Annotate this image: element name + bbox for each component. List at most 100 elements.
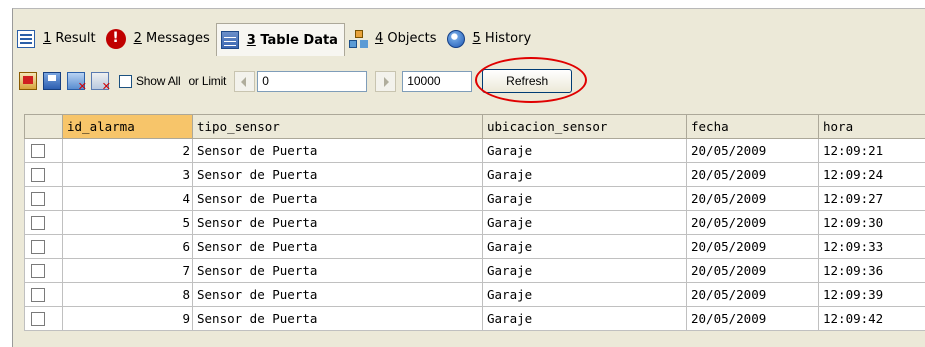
cell-hora[interactable]: 12:09:36 [818,258,925,283]
cell-id-alarma[interactable]: 5 [62,210,193,235]
cell-fecha[interactable]: 20/05/2009 [686,282,819,307]
result-grid-icon [17,29,35,48]
tab-messages-number: 2 [133,31,142,46]
table-row[interactable]: 4 Sensor de Puerta Garaje 20/05/2009 12:… [24,186,925,211]
cell-hora[interactable]: 12:09:30 [818,210,925,235]
row-checkbox[interactable] [31,215,45,230]
table-data-toolbar: Show All or Limit 0 10000 Refresh [13,57,925,103]
cell-hora[interactable]: 12:09:21 [818,138,925,163]
cell-ubicacion-sensor[interactable]: Garaje [482,282,687,307]
row-checkbox[interactable] [31,263,45,278]
cell-tipo-sensor[interactable]: Sensor de Puerta [192,306,483,331]
cell-hora[interactable]: 12:09:24 [818,162,925,187]
tab-history-number: 5 [472,31,481,46]
cell-hora[interactable]: 12:09:27 [818,186,925,211]
cell-fecha[interactable]: 20/05/2009 [686,138,819,163]
error-icon [105,28,126,49]
table-row[interactable]: 6 Sensor de Puerta Garaje 20/05/2009 12:… [24,234,925,259]
row-checkbox-cell [24,210,63,235]
tab-table-data-number: 3 [246,32,256,48]
row-checkbox-cell [24,186,63,211]
tab-objects-number: 4 [374,31,384,46]
cell-tipo-sensor[interactable]: Sensor de Puerta [192,258,483,283]
cell-tipo-sensor[interactable]: Sensor de Puerta [192,162,483,187]
table-data-grid: id_alarma tipo_sensor ubicacion_sensor f… [24,114,925,331]
history-icon [446,29,465,48]
objects-icon [348,29,367,48]
row-checkbox-cell [24,282,63,307]
row-checkbox[interactable] [31,191,45,206]
cell-tipo-sensor[interactable]: Sensor de Puerta [192,186,483,211]
row-checkbox[interactable] [31,287,45,302]
cell-fecha[interactable]: 20/05/2009 [686,210,819,235]
table-row[interactable]: 9 Sensor de Puerta Garaje 20/05/2009 12:… [24,306,925,331]
cell-fecha[interactable]: 20/05/2009 [686,234,819,259]
show-all-label: Show All [136,74,181,88]
column-header-ubicacion-sensor[interactable]: ubicacion_sensor [482,114,687,139]
row-checkbox-cell [24,138,63,163]
cell-id-alarma[interactable]: 9 [62,306,193,331]
cell-ubicacion-sensor[interactable]: Garaje [482,210,687,235]
cell-ubicacion-sensor[interactable]: Garaje [482,234,687,259]
tab-result[interactable]: 1 Result [13,23,102,54]
refresh-button-wrap: Refresh [475,57,588,103]
insert-row-icon[interactable] [19,72,37,90]
tab-history-label: History [480,31,532,46]
table-row[interactable]: 5 Sensor de Puerta Garaje 20/05/2009 12:… [24,210,925,235]
cell-tipo-sensor[interactable]: Sensor de Puerta [192,282,483,307]
limit-input[interactable]: 10000 [402,70,473,92]
offset-input[interactable]: 0 [257,70,368,92]
cell-ubicacion-sensor[interactable]: Garaje [482,186,687,211]
cell-id-alarma[interactable]: 7 [62,258,193,283]
row-checkbox[interactable] [31,311,45,326]
table-row[interactable]: 2 Sensor de Puerta Garaje 20/05/2009 12:… [24,138,925,163]
tab-history[interactable]: 5 History [443,23,538,54]
cell-tipo-sensor[interactable]: Sensor de Puerta [192,210,483,235]
refresh-button[interactable]: Refresh [482,69,573,93]
cell-fecha[interactable]: 20/05/2009 [686,306,819,331]
cell-id-alarma[interactable]: 4 [62,186,193,211]
cell-id-alarma[interactable]: 3 [62,162,193,187]
row-checkbox-cell [24,306,63,331]
save-icon[interactable] [43,72,61,90]
table-row[interactable]: 3 Sensor de Puerta Garaje 20/05/2009 12:… [24,162,925,187]
row-checkbox[interactable] [31,167,45,182]
cell-id-alarma[interactable]: 8 [62,282,193,307]
cell-fecha[interactable]: 20/05/2009 [686,258,819,283]
column-header-id-alarma[interactable]: id_alarma [62,114,193,139]
next-page-button[interactable] [375,70,397,92]
column-header-hora[interactable]: hora [818,114,925,139]
cell-fecha[interactable]: 20/05/2009 [686,186,819,211]
row-checkbox[interactable] [31,143,45,158]
cell-ubicacion-sensor[interactable]: Garaje [482,258,687,283]
row-checkbox-cell [24,162,63,187]
row-selector-header [24,114,63,139]
column-header-tipo-sensor[interactable]: tipo_sensor [192,114,483,139]
tab-table-data[interactable]: 3 Table Data [215,23,345,56]
cell-id-alarma[interactable]: 2 [62,138,193,163]
cell-tipo-sensor[interactable]: Sensor de Puerta [192,138,483,163]
show-all-checkbox[interactable] [119,74,132,88]
previous-page-button[interactable] [234,70,256,92]
cell-id-alarma[interactable]: 6 [62,234,193,259]
cell-tipo-sensor[interactable]: Sensor de Puerta [192,234,483,259]
tab-messages[interactable]: 2 Messages [102,23,216,54]
delete-row-icon[interactable] [67,72,87,93]
grid-header-row: id_alarma tipo_sensor ubicacion_sensor f… [24,114,925,139]
table-row[interactable]: 7 Sensor de Puerta Garaje 20/05/2009 12:… [24,258,925,283]
delete-all-icon[interactable] [91,72,111,93]
column-header-fecha[interactable]: fecha [686,114,819,139]
result-tab-bar: 1 Result 2 Messages 3 Table Data 4 Objec… [13,9,925,61]
cell-hora[interactable]: 12:09:33 [818,234,925,259]
cell-ubicacion-sensor[interactable]: Garaje [482,162,687,187]
tab-messages-label: Messages [141,31,210,46]
row-checkbox-cell [24,258,63,283]
cell-fecha[interactable]: 20/05/2009 [686,162,819,187]
table-row[interactable]: 8 Sensor de Puerta Garaje 20/05/2009 12:… [24,282,925,307]
cell-ubicacion-sensor[interactable]: Garaje [482,306,687,331]
cell-ubicacion-sensor[interactable]: Garaje [482,138,687,163]
cell-hora[interactable]: 12:09:42 [818,306,925,331]
tab-objects[interactable]: 4 Objects [345,23,443,54]
row-checkbox[interactable] [31,239,45,254]
cell-hora[interactable]: 12:09:39 [818,282,925,307]
